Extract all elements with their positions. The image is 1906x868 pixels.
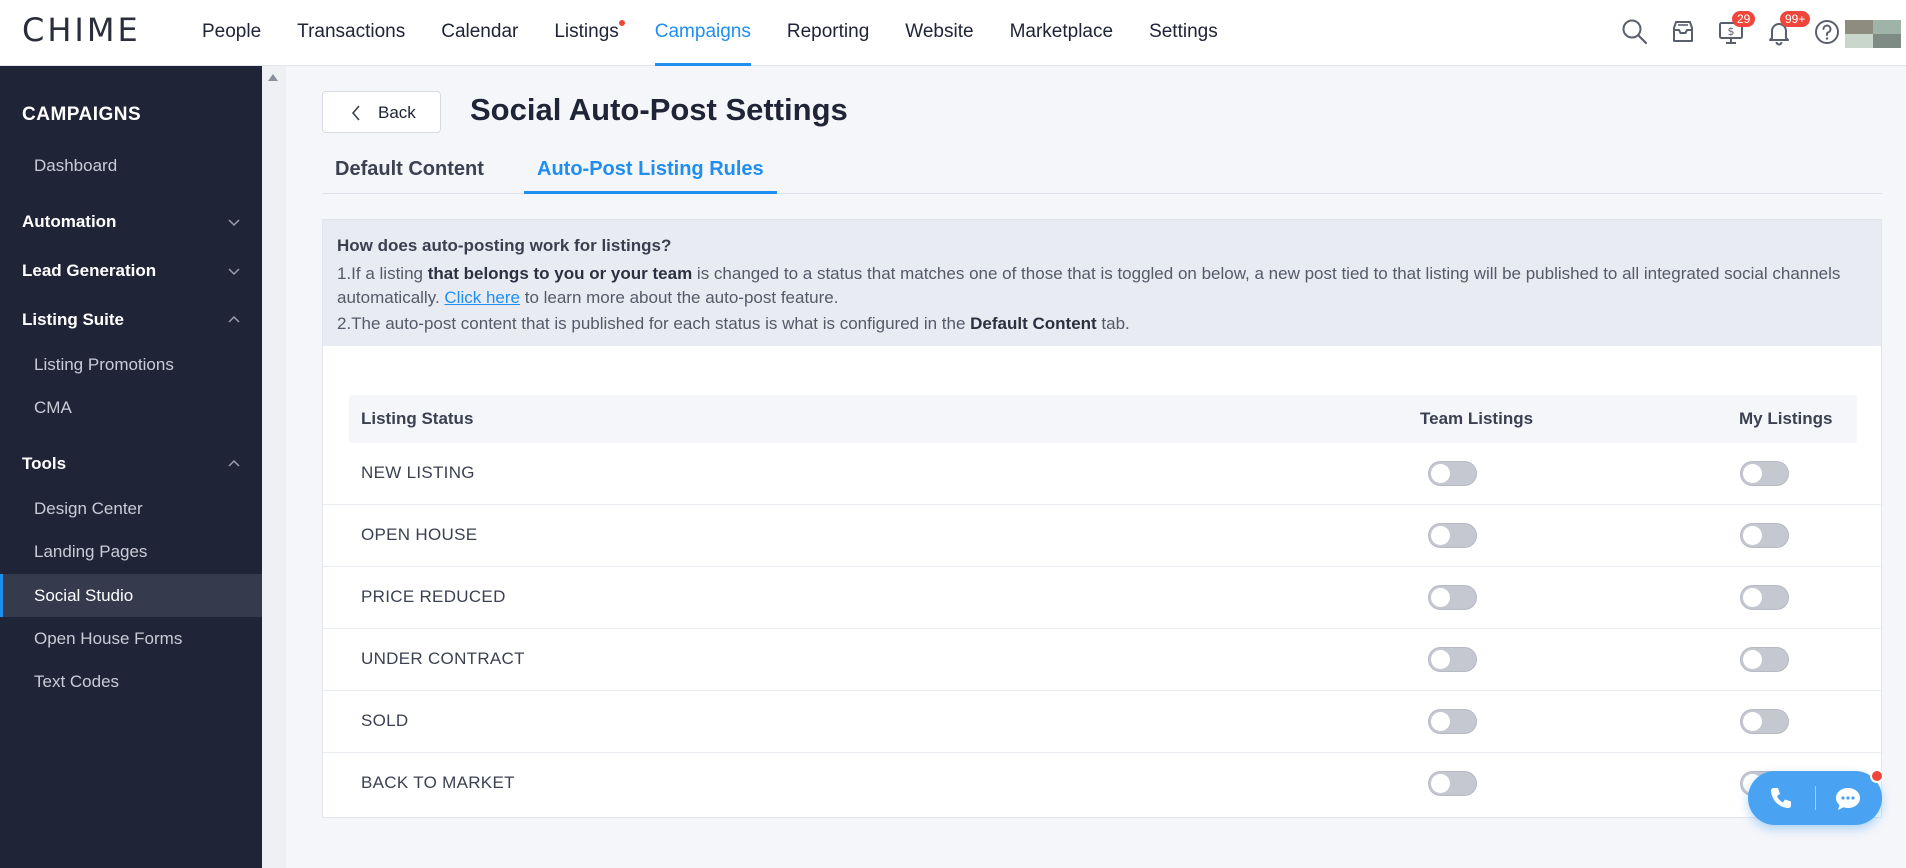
sidebar-group-label: Lead Generation — [22, 261, 157, 280]
info-line-1: 1.If a listing that belongs to you or yo… — [337, 262, 1867, 310]
sidebar-item-listing-promotions[interactable]: Listing Promotions — [0, 343, 262, 386]
bell-badge: 99+ — [1780, 11, 1811, 27]
sidebar-group-label: Automation — [22, 212, 117, 231]
scrollbar[interactable] — [262, 66, 286, 868]
info-bold-text: that belongs to you or your team — [427, 264, 693, 283]
chevron-left-icon — [351, 105, 360, 121]
nav-reporting[interactable]: Reporting — [773, 0, 883, 66]
team-listings-toggle[interactable] — [1428, 709, 1477, 734]
nav-people[interactable]: People — [188, 0, 275, 66]
info-text: 2.The auto-post content that is publishe… — [337, 314, 971, 333]
phone-icon[interactable] — [1767, 784, 1795, 812]
nav-calendar[interactable]: Calendar — [427, 0, 532, 66]
page-title: Social Auto-Post Settings — [470, 92, 848, 127]
info-text: 1.If a listing — [337, 264, 428, 283]
listing-rules-table: Listing Status Team Listings My Listings… — [322, 346, 1883, 818]
my-listings-toggle[interactable] — [1740, 523, 1789, 548]
table-row: UNDER CONTRACT — [323, 629, 1883, 691]
listing-status-label: PRICE REDUCED — [361, 587, 506, 606]
my-listings-toggle[interactable] — [1740, 709, 1789, 734]
sidebar-item-landing-pages[interactable]: Landing Pages — [0, 530, 262, 573]
team-listings-toggle[interactable] — [1428, 461, 1477, 486]
team-listings-toggle[interactable] — [1428, 647, 1477, 672]
my-listings-toggle[interactable] — [1740, 461, 1789, 486]
back-button[interactable]: Back — [322, 91, 441, 133]
chevron-up-icon — [228, 315, 240, 323]
inbox-icon[interactable] — [1668, 17, 1698, 47]
bell-icon[interactable]: 99+ — [1764, 11, 1811, 47]
sidebar-group-automation[interactable]: Automation — [0, 200, 262, 243]
sidebar-group-lead-generation[interactable]: Lead Generation — [0, 249, 262, 292]
team-listings-toggle[interactable] — [1428, 523, 1477, 548]
sidebar-group-label: Tools — [22, 454, 67, 473]
nav-transactions[interactable]: Transactions — [283, 0, 419, 66]
help-icon[interactable] — [1812, 17, 1842, 47]
table-header: Listing Status Team Listings My Listings — [349, 395, 1857, 443]
svg-text:$: $ — [1728, 25, 1735, 38]
chime-logo[interactable]: CHIME — [22, 14, 141, 46]
sidebar-title: CAMPAIGNS — [22, 104, 142, 125]
info-question: How does auto-posting work for listings? — [337, 236, 672, 255]
my-listings-toggle[interactable] — [1740, 585, 1789, 610]
nav-settings[interactable]: Settings — [1135, 0, 1232, 66]
info-text: to learn more about the auto-post featur… — [520, 288, 839, 307]
chat-notification-dot — [1870, 769, 1884, 783]
table-row: NEW LISTING — [323, 443, 1883, 505]
table-row: BACK TO MARKET — [323, 753, 1883, 815]
sidebar-item-text-codes[interactable]: Text Codes — [0, 660, 262, 703]
info-line-2: 2.The auto-post content that is publishe… — [337, 312, 1867, 336]
nav-website[interactable]: Website — [891, 0, 987, 66]
chevron-down-icon — [228, 219, 240, 227]
dollar-badge: 29 — [1732, 11, 1756, 27]
listing-status-label: NEW LISTING — [361, 463, 475, 482]
notification-dot — [618, 20, 625, 26]
sidebar-group-listing-suite[interactable]: Listing Suite — [0, 298, 262, 341]
nav-listings-label: Listings — [554, 21, 619, 42]
settings-tabs: Default Content Auto-Post Listing Rules — [322, 154, 1882, 194]
scroll-up-arrow-icon[interactable] — [268, 74, 278, 81]
chevron-up-icon — [228, 459, 240, 467]
sidebar-item-dashboard[interactable]: Dashboard — [0, 144, 262, 187]
listing-status-label: BACK TO MARKET — [361, 773, 515, 792]
back-button-label: Back — [378, 103, 416, 122]
team-listings-toggle[interactable] — [1428, 771, 1477, 796]
contact-widget — [1748, 769, 1884, 825]
column-header-my-listings: My Listings — [1739, 409, 1833, 428]
avatar[interactable] — [1845, 20, 1901, 48]
chevron-down-icon — [228, 268, 240, 276]
table-row: SOLD — [323, 691, 1883, 753]
table-row: PRICE REDUCED — [323, 567, 1883, 629]
chat-icon[interactable] — [1833, 785, 1863, 813]
sidebar-group-label: Listing Suite — [22, 310, 124, 329]
sidebar-group-tools[interactable]: Tools — [0, 442, 262, 485]
nav-listings[interactable]: Listings — [540, 0, 632, 66]
info-bold-text: Default Content — [970, 314, 1097, 333]
sidebar-item-cma[interactable]: CMA — [0, 386, 262, 429]
column-header-team-listings: Team Listings — [1420, 409, 1534, 428]
column-header-listing-status: Listing Status — [361, 409, 474, 428]
tab-default-content[interactable]: Default Content — [322, 158, 497, 194]
sidebar-item-open-house-forms[interactable]: Open House Forms — [0, 617, 262, 660]
listing-status-label: OPEN HOUSE — [361, 525, 478, 544]
tab-auto-post-listing-rules[interactable]: Auto-Post Listing Rules — [524, 158, 777, 194]
nav-marketplace[interactable]: Marketplace — [996, 0, 1128, 66]
my-listings-toggle[interactable] — [1740, 647, 1789, 672]
nav-campaigns[interactable]: Campaigns — [641, 0, 765, 66]
search-icon[interactable] — [1620, 17, 1650, 47]
sidebar-item-design-center[interactable]: Design Center — [0, 487, 262, 530]
sidebar-item-social-studio[interactable]: Social Studio — [0, 574, 262, 617]
info-box: How does auto-posting work for listings?… — [322, 219, 1882, 346]
team-listings-toggle[interactable] — [1428, 585, 1477, 610]
info-text: tab. — [1096, 314, 1130, 333]
sidebar: CAMPAIGNS Dashboard Automation Lead Gene… — [0, 66, 262, 868]
listing-status-label: UNDER CONTRACT — [361, 649, 525, 668]
top-navbar: CHIME People Transactions Calendar Listi… — [0, 0, 1906, 66]
widget-divider — [1815, 786, 1816, 810]
main-nav: People Transactions Calendar Listings Ca… — [188, 0, 1240, 66]
dollar-monitor-icon[interactable]: $ 29 — [1716, 11, 1756, 47]
table-row: OPEN HOUSE — [323, 505, 1883, 567]
listing-status-label: SOLD — [361, 711, 409, 730]
click-here-link[interactable]: Click here — [444, 288, 520, 307]
